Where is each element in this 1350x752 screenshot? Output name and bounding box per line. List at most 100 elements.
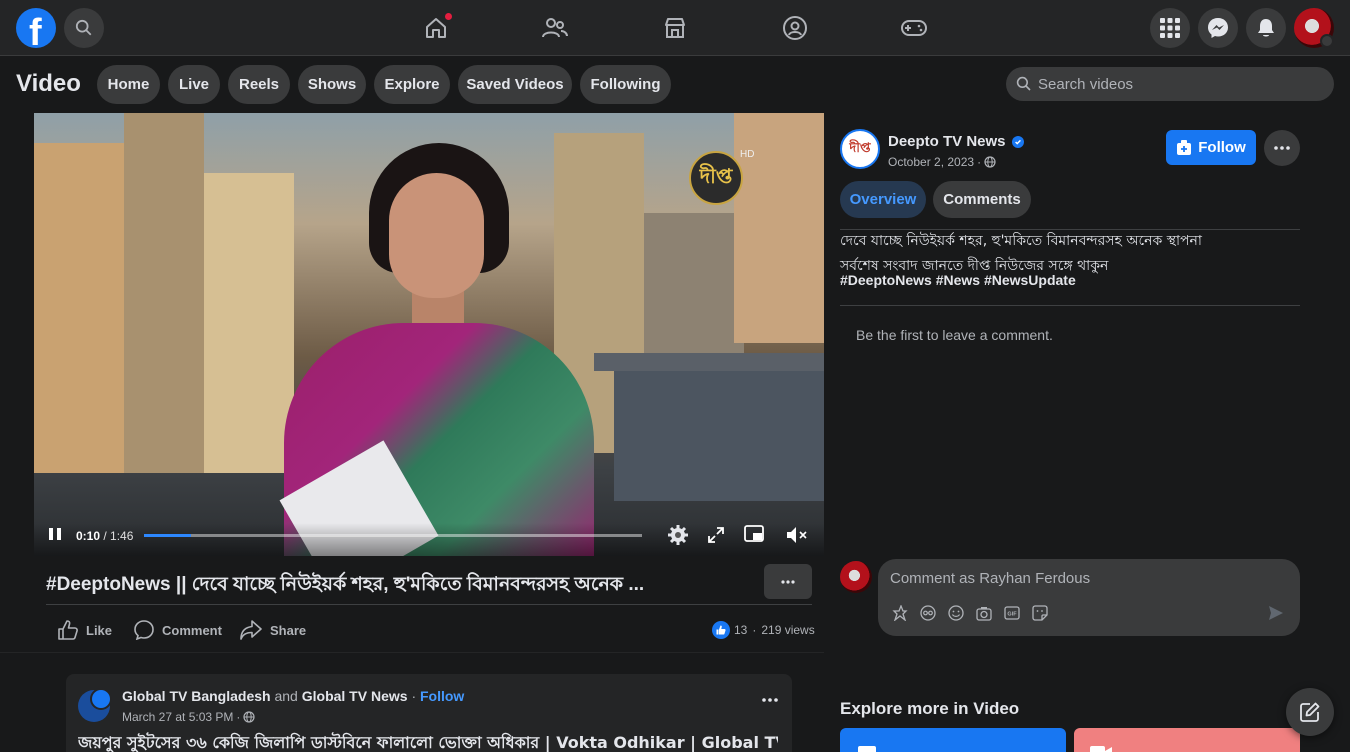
photo-button[interactable] bbox=[974, 603, 994, 623]
nav-gaming[interactable] bbox=[858, 8, 970, 48]
new-message-button[interactable] bbox=[1286, 688, 1334, 736]
feed-video-title[interactable]: জয়পুর সুইটসের ৩৬ কেজি জিলাপি ডাস্টবিনে … bbox=[78, 730, 778, 752]
page-avatar-global-tv-news[interactable] bbox=[90, 688, 112, 710]
page-more-button[interactable] bbox=[1264, 130, 1300, 166]
tab-overview[interactable]: Overview bbox=[840, 181, 926, 218]
gaming-icon bbox=[901, 20, 927, 36]
post-date[interactable]: October 2, 2023 bbox=[888, 155, 974, 169]
building bbox=[34, 143, 124, 473]
home-notification-dot bbox=[445, 13, 452, 20]
post-more-button[interactable] bbox=[764, 564, 812, 599]
comment-icon bbox=[134, 620, 154, 640]
live-icon bbox=[858, 746, 876, 752]
expand-icon bbox=[708, 527, 724, 543]
flyover bbox=[594, 353, 824, 371]
pause-button[interactable] bbox=[48, 527, 62, 541]
like-reaction-icon bbox=[712, 621, 730, 639]
notifications-button[interactable] bbox=[1246, 8, 1286, 48]
page-name-link[interactable]: Deepto TV News bbox=[888, 133, 1006, 150]
fullscreen-button[interactable] bbox=[708, 527, 724, 543]
current-user-avatar[interactable] bbox=[840, 561, 872, 593]
hd-badge: HD bbox=[740, 149, 755, 160]
hashtags[interactable]: #DeeptoNews #News #NewsUpdate bbox=[840, 272, 1076, 288]
top-navigation-bar: f bbox=[0, 0, 1350, 56]
divider bbox=[46, 604, 812, 605]
reaction-count[interactable]: 13 bbox=[734, 623, 747, 637]
player-controls: 0:10 / 1:46 bbox=[34, 513, 824, 556]
tab-shows[interactable]: Shows bbox=[298, 65, 366, 104]
divider bbox=[824, 652, 1350, 653]
follow-button[interactable]: Follow bbox=[1166, 130, 1256, 165]
follow-label: Follow bbox=[1198, 139, 1246, 156]
account-chevron-down-icon[interactable] bbox=[1320, 34, 1334, 48]
playback-time: 0:10 / 1:46 bbox=[76, 529, 134, 543]
video-camera-icon bbox=[1090, 746, 1112, 752]
search-button[interactable] bbox=[64, 8, 104, 48]
accessibility-icon bbox=[920, 605, 936, 621]
tab-explore[interactable]: Explore bbox=[374, 65, 450, 104]
explore-video-button[interactable] bbox=[1074, 728, 1300, 752]
more-horizontal-icon bbox=[781, 579, 795, 584]
send-comment-button[interactable] bbox=[1266, 603, 1286, 623]
feed-more-button[interactable] bbox=[758, 688, 782, 712]
comment-input[interactable] bbox=[890, 567, 1280, 589]
search-videos-box bbox=[1006, 67, 1334, 101]
explore-live-button[interactable] bbox=[840, 728, 1066, 752]
building bbox=[204, 173, 294, 473]
page-link-global-tv-news[interactable]: Global TV News bbox=[302, 688, 408, 704]
menu-button[interactable] bbox=[1150, 8, 1190, 48]
share-button[interactable]: Share bbox=[240, 618, 306, 642]
comment-button[interactable]: Comment bbox=[134, 618, 222, 642]
nav-home[interactable] bbox=[380, 8, 492, 48]
thumbs-up-icon bbox=[58, 620, 78, 640]
gif-icon: GIF bbox=[1004, 606, 1020, 620]
settings-button[interactable] bbox=[668, 525, 688, 545]
emoji-button[interactable] bbox=[946, 603, 966, 623]
like-button[interactable]: Like bbox=[58, 618, 112, 642]
avatar-sticker-button[interactable] bbox=[890, 603, 910, 623]
progress-bar[interactable] bbox=[144, 534, 642, 537]
menu-grid-icon bbox=[1160, 18, 1180, 38]
tab-reels[interactable]: Reels bbox=[228, 65, 290, 104]
feed-date-row: March 27 at 5:03 PM · bbox=[122, 710, 255, 724]
page-title: Video bbox=[16, 70, 81, 97]
post-stats: 13 · 219 views bbox=[712, 621, 815, 639]
nav-marketplace[interactable] bbox=[619, 8, 731, 48]
share-icon bbox=[240, 620, 262, 640]
globe-icon bbox=[243, 711, 255, 723]
tab-comments[interactable]: Comments bbox=[933, 181, 1031, 218]
tab-live[interactable]: Live bbox=[168, 65, 220, 104]
picture-in-picture-button[interactable] bbox=[744, 525, 764, 543]
post-date-row: October 2, 2023 · bbox=[888, 155, 996, 169]
separator-dot: · bbox=[977, 155, 982, 169]
building bbox=[734, 113, 824, 343]
description-line: দেবে যাচ্ছে নিউইয়র্ক শহর, হু'মকিতে বিমা… bbox=[840, 233, 1202, 249]
mute-button[interactable] bbox=[786, 526, 808, 544]
tab-following[interactable]: Following bbox=[580, 65, 671, 104]
view-count: 219 views bbox=[761, 623, 815, 637]
tab-saved-videos[interactable]: Saved Videos bbox=[458, 65, 572, 104]
marketplace-icon bbox=[665, 18, 685, 38]
search-videos-input[interactable] bbox=[1038, 67, 1318, 101]
more-horizontal-icon bbox=[1274, 146, 1290, 150]
camera-icon bbox=[976, 606, 992, 621]
search-icon bbox=[1016, 76, 1031, 91]
pause-icon bbox=[49, 528, 61, 540]
accessibility-button[interactable] bbox=[918, 603, 938, 623]
feed-date[interactable]: March 27 at 5:03 PM bbox=[122, 710, 233, 724]
nav-friends[interactable] bbox=[499, 8, 611, 48]
messenger-button[interactable] bbox=[1198, 8, 1238, 48]
facebook-logo[interactable]: f bbox=[16, 8, 56, 54]
share-label: Share bbox=[270, 622, 307, 638]
sticker-button[interactable] bbox=[1030, 603, 1050, 623]
feed-follow-link[interactable]: Follow bbox=[420, 688, 464, 704]
svg-text:GIF: GIF bbox=[1007, 612, 1017, 618]
channel-watermark: দীপ্ত bbox=[689, 151, 743, 205]
video-player[interactable]: দীপ্ত HD 0:10 / 1:46 bbox=[34, 113, 824, 556]
nav-groups[interactable] bbox=[739, 8, 851, 48]
page-avatar[interactable]: দীপ্ত bbox=[840, 129, 880, 169]
tab-home[interactable]: Home bbox=[97, 65, 160, 104]
separator-dot: · bbox=[411, 688, 417, 704]
page-link-global-tv-bangladesh[interactable]: Global TV Bangladesh bbox=[122, 688, 271, 704]
gif-button[interactable]: GIF bbox=[1002, 603, 1022, 623]
